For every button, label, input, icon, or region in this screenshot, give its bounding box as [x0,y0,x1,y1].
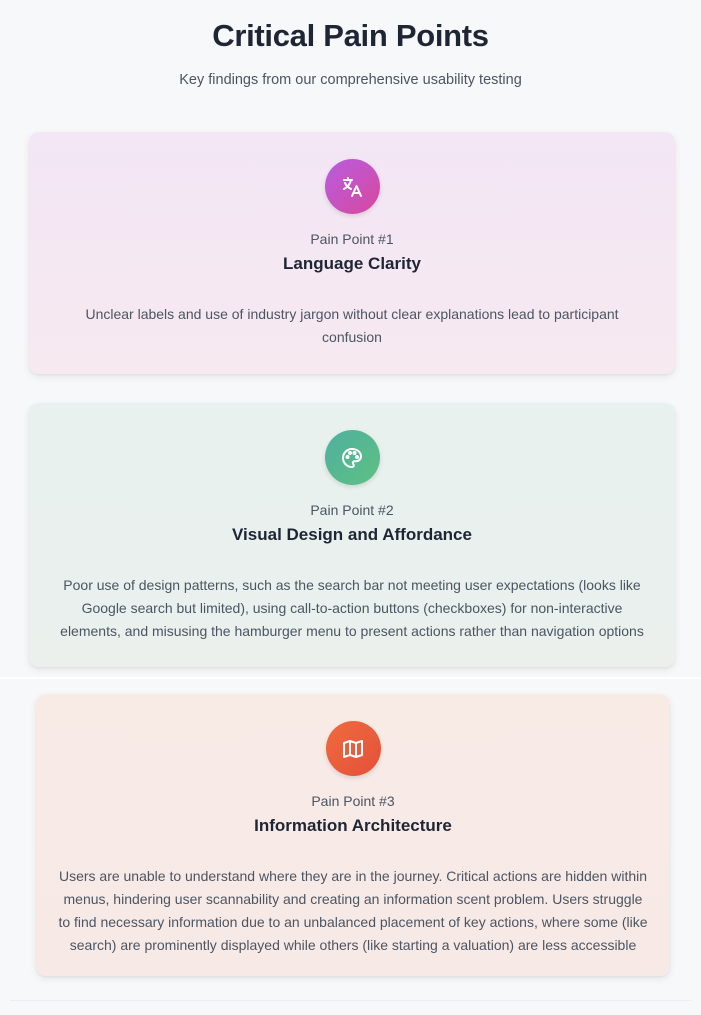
page-subtitle: Key findings from our comprehensive usab… [179,72,522,88]
pain-point-number: Pain Point #2 [310,502,394,518]
pain-point-description: Unclear labels and use of industry jargo… [85,306,619,345]
pain-point-title: Information Architecture [254,816,452,835]
palette-icon [324,430,380,485]
bottom-divider [10,1000,691,1001]
pain-point-title: Language Clarity [283,254,421,273]
pain-point-number: Pain Point #1 [310,231,394,247]
pain-point-description: Users are unable to understand where the… [58,868,648,953]
map-icon [325,721,381,776]
section-divider [0,677,701,679]
translate-icon [324,159,380,214]
pain-point-description: Poor use of design patterns, such as the… [60,577,644,639]
pain-point-card-2: Pain Point #2 Visual Design and Affordan… [29,403,675,667]
pain-point-card-3: Pain Point #3 Information Architecture U… [36,694,670,976]
pain-point-number: Pain Point #3 [311,793,395,809]
pain-point-title: Visual Design and Affordance [232,525,472,544]
pain-point-card-1: Pain Point #1 Language Clarity Unclear l… [29,132,675,374]
page-title: Critical Pain Points [212,18,489,53]
